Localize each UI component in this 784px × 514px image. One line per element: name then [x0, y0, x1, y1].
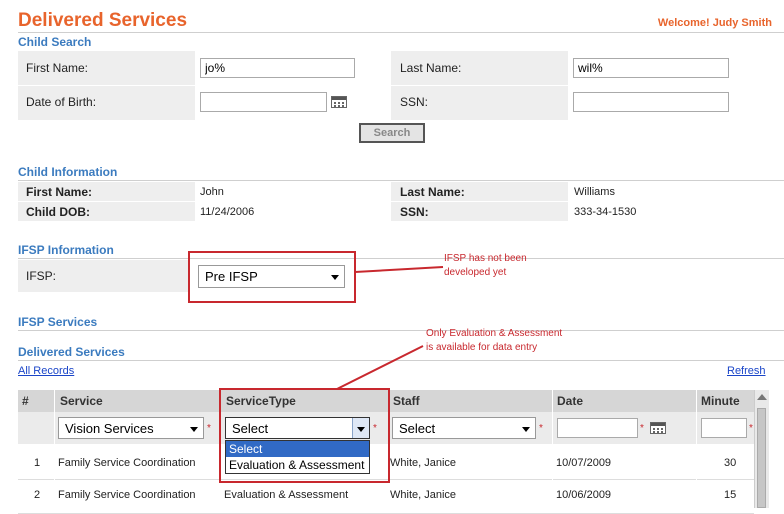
child-search-heading: Child Search: [18, 35, 92, 49]
child-dob-label: Child DOB:: [26, 205, 90, 219]
refresh-link[interactable]: Refresh: [727, 365, 766, 377]
column-header-service[interactable]: Service: [55, 390, 220, 412]
page-title: Delivered Services: [18, 10, 188, 31]
scroll-up-arrow-icon[interactable]: [757, 394, 767, 400]
column-divider: [552, 390, 553, 508]
column-header-date[interactable]: Date: [553, 390, 696, 412]
ifsp-callout-box: [188, 251, 356, 303]
last-name-field[interactable]: [573, 58, 729, 78]
ifsp-label: IFSP:: [26, 269, 57, 283]
ifsp-services-divider: [18, 330, 784, 331]
ifsp-divider: [18, 258, 784, 259]
dob-label: Date of Birth:: [26, 95, 97, 109]
row-service-type: Evaluation & Assessment: [224, 489, 349, 501]
child-last-name: Williams: [574, 186, 615, 198]
scrollbar-thumb[interactable]: [757, 408, 766, 508]
child-first-name: John: [200, 186, 224, 198]
ifsp-note: IFSP has not been developed yet: [444, 253, 527, 278]
column-divider: [54, 390, 55, 508]
required-marker: *: [539, 423, 543, 434]
search-button[interactable]: Search: [359, 123, 425, 143]
required-marker: *: [640, 423, 644, 434]
ifsp-services-heading: IFSP Services: [18, 315, 98, 329]
service-filter-select[interactable]: Vision Services: [58, 417, 204, 439]
minute-filter-field[interactable]: [701, 418, 747, 438]
row-staff: White, Janice: [390, 457, 457, 469]
date-filter-field[interactable]: [557, 418, 638, 438]
child-dob: 11/24/2006: [200, 206, 255, 218]
chevron-down-icon: [522, 427, 530, 432]
table-scrollbar[interactable]: [754, 390, 769, 508]
table-row[interactable]: 2 Family Service Coordination Evaluation…: [18, 480, 754, 514]
ssn-field[interactable]: [573, 92, 729, 112]
required-marker: *: [749, 423, 753, 434]
ifsp-information-heading: IFSP Information: [18, 243, 114, 257]
child-ssn-label: SSN:: [400, 205, 429, 219]
header-divider: [18, 32, 784, 33]
row-number: 2: [34, 489, 41, 501]
ssn-label: SSN:: [400, 95, 429, 109]
delivered-note: Only Evaluation & Assessment is availabl…: [426, 328, 563, 353]
column-header-minute[interactable]: Minute: [697, 390, 754, 412]
row-service: Family Service Coordination: [58, 489, 196, 501]
row-minute: 30: [724, 457, 737, 469]
staff-filter-value: Select: [399, 421, 436, 436]
ifsp-callout-line: [355, 266, 444, 273]
dob-field[interactable]: [200, 92, 327, 112]
child-information-heading: Child Information: [18, 165, 118, 179]
row-service: Family Service Coordination: [58, 457, 196, 469]
first-name-label: First Name:: [26, 61, 89, 75]
column-header-staff[interactable]: Staff: [390, 390, 552, 412]
chevron-down-icon: [190, 427, 198, 432]
calendar-icon[interactable]: [650, 422, 666, 434]
delivered-callout-line: [336, 345, 424, 390]
staff-filter-select[interactable]: Select: [392, 417, 536, 439]
first-name-field[interactable]: [200, 58, 355, 78]
filter-cell-number: [18, 412, 54, 444]
row-minute: 15: [724, 489, 737, 501]
calendar-icon[interactable]: [331, 96, 347, 108]
row-number: 1: [34, 457, 41, 469]
required-marker: *: [207, 423, 211, 434]
row-date: 10/07/2009: [556, 457, 612, 469]
column-divider: [696, 390, 697, 508]
service-filter-value: Vision Services: [65, 421, 154, 436]
column-header-number: #: [18, 390, 58, 412]
child-first-name-label: First Name:: [26, 185, 93, 199]
row-date: 10/06/2009: [556, 489, 612, 501]
child-last-name-label: Last Name:: [400, 185, 465, 199]
welcome-user: Welcome! Judy Smith: [657, 17, 772, 29]
service-type-callout-box: [219, 388, 390, 483]
row-staff: White, Janice: [390, 489, 457, 501]
child-ssn: 333-34-1530: [574, 206, 637, 218]
last-name-label: Last Name:: [400, 61, 462, 75]
all-records-link[interactable]: All Records: [18, 365, 74, 377]
delivered-services-heading: Delivered Services: [18, 345, 125, 359]
child-info-divider: [18, 180, 784, 181]
